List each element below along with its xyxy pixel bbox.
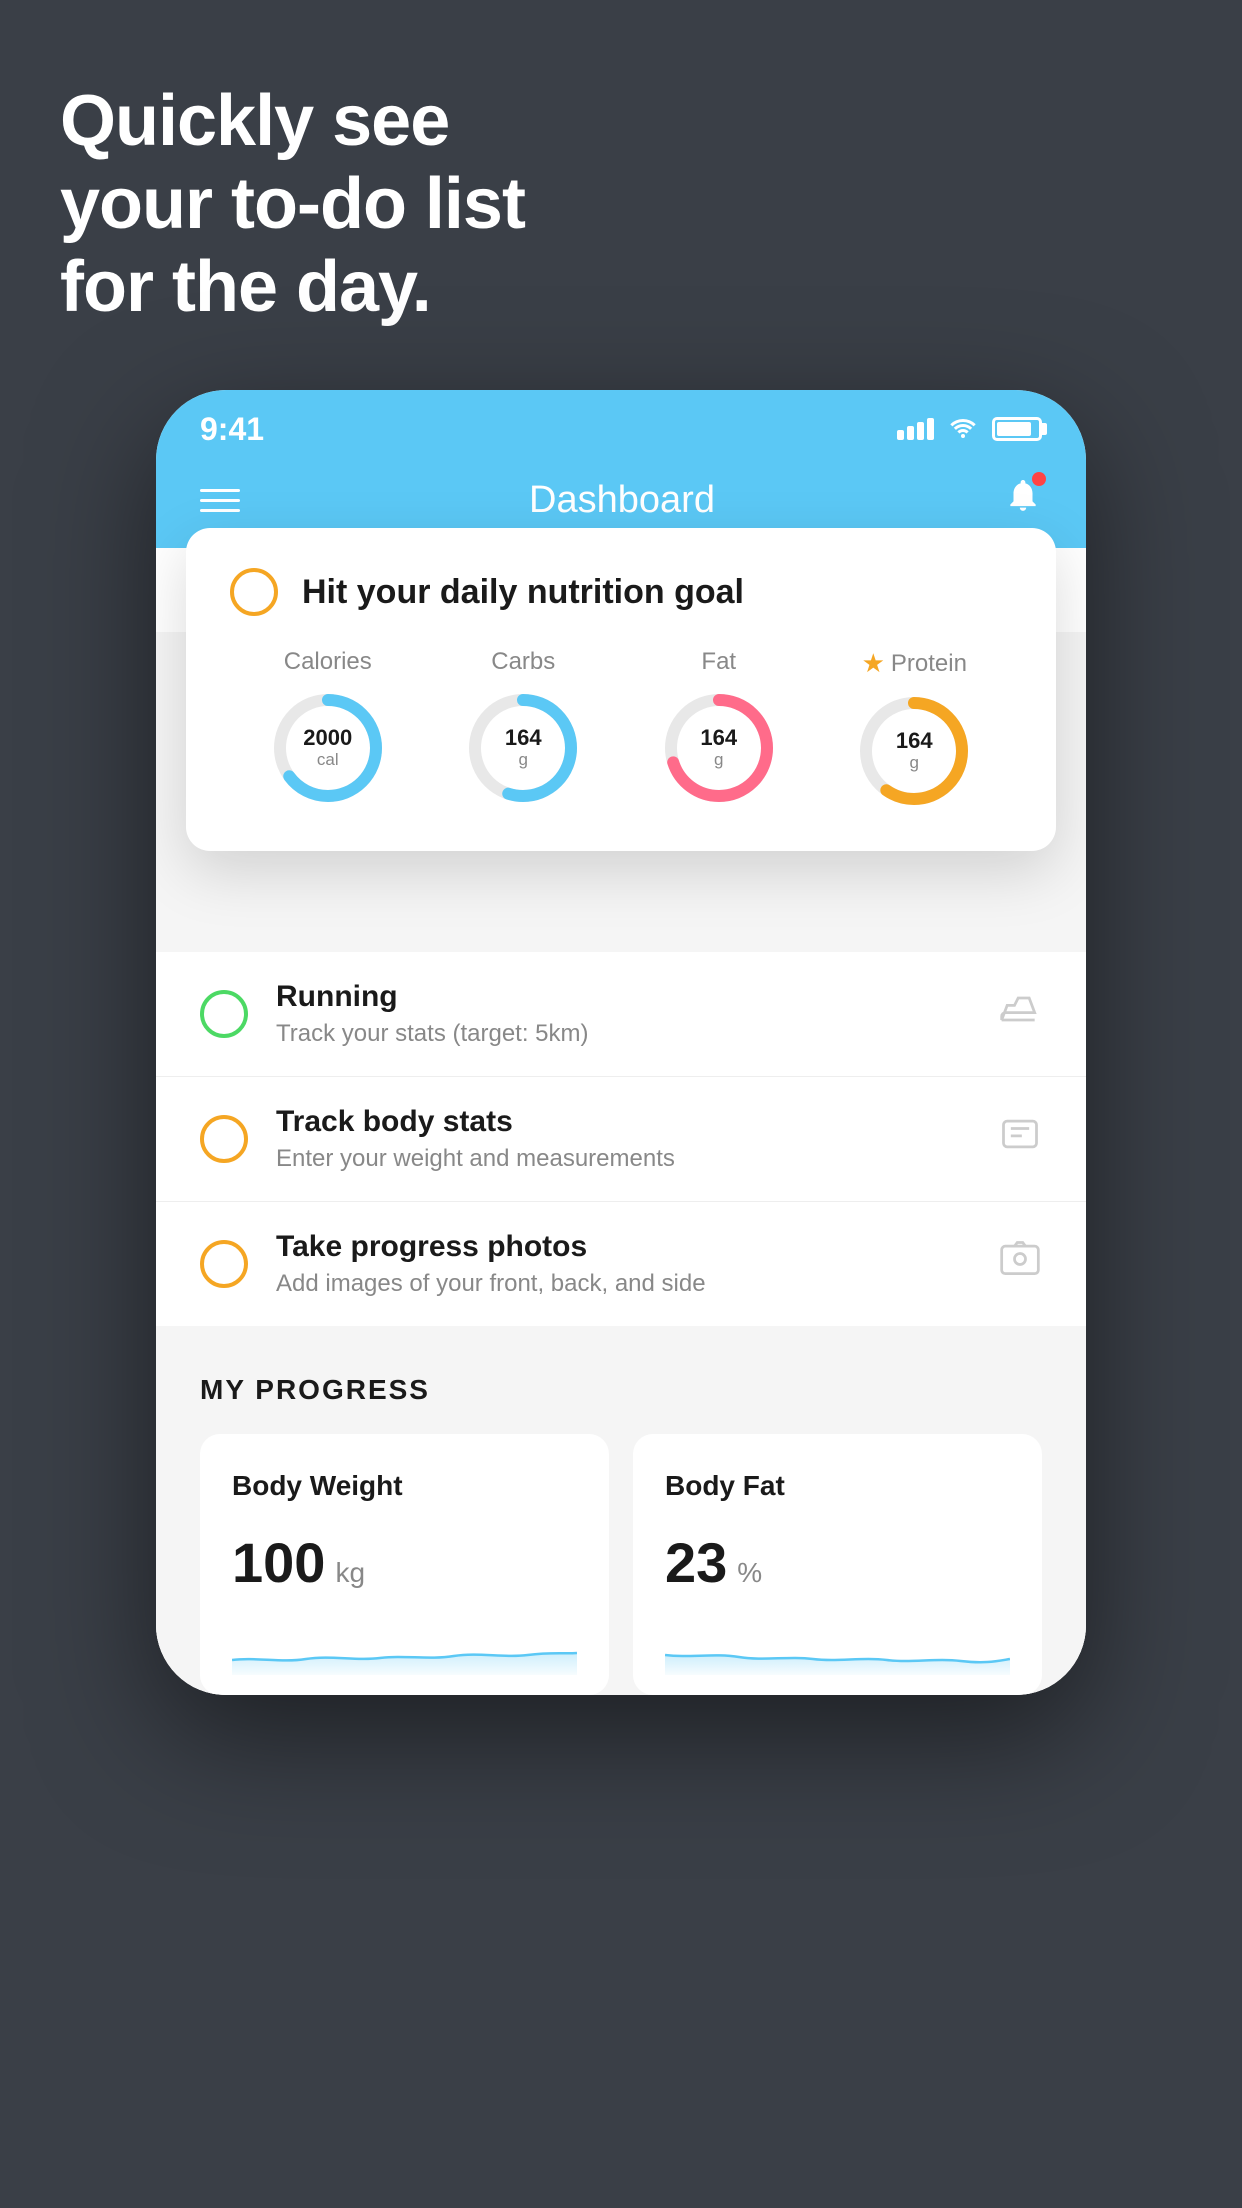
body-fat-chart — [665, 1615, 1010, 1675]
nutrition-grid: Calories 2000 cal — [230, 648, 1012, 811]
body-stats-checkbox[interactable] — [200, 1115, 248, 1163]
fat-label: Fat — [701, 648, 736, 676]
running-checkbox[interactable] — [200, 990, 248, 1038]
nav-title: Dashboard — [529, 479, 715, 522]
protein-value-text: 164 g — [896, 729, 933, 773]
nutrition-fat: Fat 164 g — [659, 648, 779, 808]
todo-item-photos[interactable]: Take progress photos Add images of your … — [156, 1202, 1086, 1326]
hero-line3: for the day. — [60, 246, 525, 329]
hamburger-line — [200, 489, 240, 492]
body-fat-title: Body Fat — [665, 1470, 1010, 1502]
progress-grid: Body Weight 100 kg — [200, 1434, 1042, 1695]
photo-icon — [998, 1237, 1042, 1291]
body-fat-card: Body Fat 23 % — [633, 1434, 1042, 1695]
signal-icon — [897, 418, 934, 440]
nutrition-protein: ★ Protein 164 g — [854, 648, 974, 811]
hero-line2: your to-do list — [60, 163, 525, 246]
todo-section: Running Track your stats (target: 5km) — [156, 952, 1086, 1326]
nutrition-calories: Calories 2000 cal — [268, 648, 388, 808]
nutrition-card: Hit your daily nutrition goal Calories — [186, 528, 1056, 851]
protein-label-row: ★ Protein — [862, 648, 967, 679]
body-weight-chart — [232, 1615, 577, 1675]
shoe-icon — [998, 987, 1042, 1041]
progress-header: MY PROGRESS — [200, 1374, 1042, 1406]
hero-text: Quickly see your to-do list for the day. — [60, 80, 525, 328]
scale-icon — [998, 1112, 1042, 1166]
carbs-value-text: 164 g — [505, 726, 542, 770]
body-weight-card: Body Weight 100 kg — [200, 1434, 609, 1695]
hamburger-line — [200, 499, 240, 502]
status-bar: 9:41 — [156, 390, 1086, 460]
running-text: Running Track your stats (target: 5km) — [276, 980, 982, 1048]
body-weight-value-row: 100 kg — [232, 1530, 577, 1595]
nutrition-carbs: Carbs 164 g — [463, 648, 583, 808]
running-title: Running — [276, 980, 982, 1014]
phone: 9:41 — [156, 390, 1086, 1695]
wifi-icon — [948, 413, 978, 445]
status-time: 9:41 — [200, 411, 264, 448]
body-fat-unit: % — [737, 1557, 762, 1589]
hero-line1: Quickly see — [60, 80, 525, 163]
battery-icon — [992, 417, 1042, 441]
body-stats-subtitle: Enter your weight and measurements — [276, 1145, 982, 1173]
fat-donut: 164 g — [659, 688, 779, 808]
star-icon: ★ — [862, 648, 885, 679]
carbs-donut: 164 g — [463, 688, 583, 808]
status-icons — [897, 413, 1042, 445]
nutrition-card-title: Hit your daily nutrition goal — [302, 573, 744, 612]
calories-value-text: 2000 cal — [303, 726, 352, 770]
body-fat-value: 23 — [665, 1530, 727, 1595]
notification-bell-icon[interactable] — [1004, 476, 1042, 524]
hamburger-menu[interactable] — [200, 489, 240, 512]
photos-title: Take progress photos — [276, 1230, 982, 1264]
body-weight-value: 100 — [232, 1530, 325, 1595]
todo-item-body-stats[interactable]: Track body stats Enter your weight and m… — [156, 1077, 1086, 1202]
card-header: Hit your daily nutrition goal — [230, 568, 1012, 616]
notification-dot — [1032, 472, 1046, 486]
protein-donut: 164 g — [854, 691, 974, 811]
main-content: THINGS TO DO TODAY Hit your daily nutrit… — [156, 548, 1086, 1695]
calories-label: Calories — [284, 648, 372, 676]
nutrition-checkbox[interactable] — [230, 568, 278, 616]
running-subtitle: Track your stats (target: 5km) — [276, 1020, 982, 1048]
photos-subtitle: Add images of your front, back, and side — [276, 1270, 982, 1298]
body-fat-value-row: 23 % — [665, 1530, 1010, 1595]
photos-text: Take progress photos Add images of your … — [276, 1230, 982, 1298]
photos-checkbox[interactable] — [200, 1240, 248, 1288]
carbs-label: Carbs — [491, 648, 555, 676]
todo-item-running[interactable]: Running Track your stats (target: 5km) — [156, 952, 1086, 1077]
hamburger-line — [200, 509, 240, 512]
body-weight-title: Body Weight — [232, 1470, 577, 1502]
calories-donut: 2000 cal — [268, 688, 388, 808]
body-stats-text: Track body stats Enter your weight and m… — [276, 1105, 982, 1173]
phone-wrapper: 9:41 — [156, 390, 1086, 1695]
body-weight-unit: kg — [335, 1557, 365, 1589]
body-stats-title: Track body stats — [276, 1105, 982, 1139]
fat-value-text: 164 g — [700, 726, 737, 770]
protein-label: Protein — [891, 650, 967, 678]
progress-section: MY PROGRESS Body Weight 100 kg — [156, 1326, 1086, 1695]
